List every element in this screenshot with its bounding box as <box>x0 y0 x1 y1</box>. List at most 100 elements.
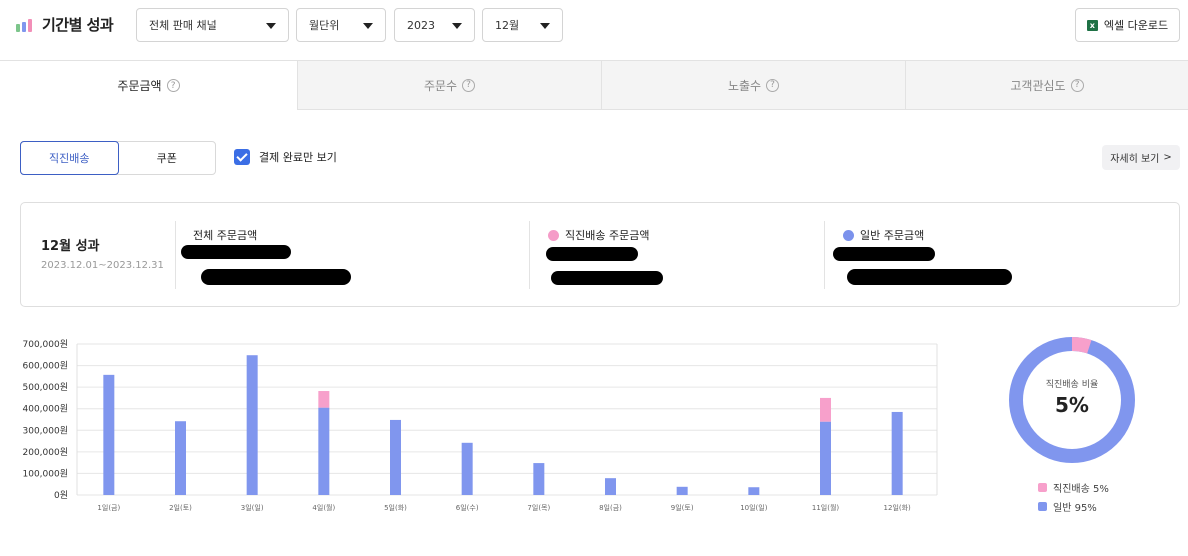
x-tick-label: 5일(화) <box>384 503 407 512</box>
help-icon[interactable]: ? <box>166 79 180 92</box>
legend-normal: 일반 95% <box>1038 499 1097 514</box>
legend-label: 일반 95% <box>1053 503 1097 514</box>
tab-customer-interest[interactable]: 고객관심도 ? <box>905 60 1188 110</box>
pink-square-icon <box>1038 483 1047 492</box>
metric-label: 전체 주문금액 <box>193 229 258 242</box>
y-tick-label: 500,000원 <box>23 382 69 393</box>
chevron-right-icon: > <box>1163 152 1172 163</box>
redaction <box>181 245 291 259</box>
channel-select[interactable]: 전체 판매 채널 <box>136 8 289 42</box>
bar-normal <box>820 421 831 495</box>
segment-coupon[interactable]: 쿠폰 <box>119 142 216 174</box>
page-title: 기간별 성과 <box>42 16 114 34</box>
redaction <box>551 271 663 285</box>
summary-card: 12월 성과 2023.12.01~2023.12.31 전체 주문금액 직진배… <box>20 202 1180 307</box>
divider <box>175 221 176 289</box>
donut-value: 5% <box>1055 393 1089 417</box>
bar-direct <box>820 397 831 422</box>
metric-tabs: 주문금액 ? 주문수 ? 노출수 ? 고객관심도 ? <box>0 60 1188 110</box>
year-select-value: 2023 <box>407 18 435 32</box>
bar-normal <box>748 487 760 495</box>
redaction <box>546 247 638 261</box>
blue-dot-icon <box>843 229 854 241</box>
excel-icon: x <box>1086 19 1098 31</box>
tab-impressions[interactable]: 노출수 ? <box>601 60 905 110</box>
bar-direct <box>318 391 330 408</box>
help-icon[interactable]: ? <box>1070 78 1084 92</box>
x-tick-label: 8일(금) <box>599 503 622 512</box>
divider <box>529 221 530 289</box>
pink-dot-icon <box>548 229 559 241</box>
bar-normal <box>390 419 401 495</box>
caret-down-icon <box>452 23 462 29</box>
x-tick-label: 2일(토) <box>169 503 192 512</box>
y-tick-label: 700,000원 <box>23 339 69 350</box>
paid-only-checkbox[interactable]: 결제 완료만 보기 <box>234 149 337 165</box>
bar-normal <box>891 411 903 495</box>
redaction <box>833 247 935 261</box>
checkbox-label: 결제 완료만 보기 <box>259 151 337 164</box>
checkbox-checked-icon[interactable] <box>234 149 250 165</box>
bar-normal <box>103 374 115 495</box>
detail-view-button[interactable]: 자세히 보기 > <box>1102 145 1180 170</box>
blue-square-icon <box>1038 502 1047 511</box>
tab-order-count[interactable]: 주문수 ? <box>297 60 601 110</box>
unit-select[interactable]: 월단위 <box>296 8 386 42</box>
divider <box>824 221 825 289</box>
excel-download-button[interactable]: x 엑셀 다운로드 <box>1075 8 1180 42</box>
bar-chart-icon <box>16 18 34 32</box>
year-select[interactable]: 2023 <box>394 8 475 42</box>
month-select-value: 12월 <box>495 19 520 32</box>
detail-view-label: 자세히 보기 <box>1110 154 1160 165</box>
bar-normal <box>318 407 330 495</box>
bar-normal <box>175 421 186 495</box>
tab-label: 노출수 <box>727 78 762 93</box>
help-icon[interactable]: ? <box>766 78 780 92</box>
brand: 기간별 성과 <box>16 14 114 35</box>
x-tick-label: 11일(월) <box>812 503 840 512</box>
tab-label: 주문금액 <box>117 79 162 93</box>
caret-down-icon <box>540 23 550 29</box>
order-amount-bar-chart: 700,000원 600,000원 500,000원 400,000원 300,000원… <box>23 339 938 512</box>
donut-label: 직진배송 비율 <box>1045 380 1099 390</box>
metric-label: 직진배송 주문금액 <box>565 229 650 242</box>
x-tick-label: 1일(금) <box>97 503 120 512</box>
x-tick-label: 6일(수) <box>456 503 479 512</box>
top-bar: 기간별 성과 전체 판매 채널 월단위 2023 12월 x 엑셀 다운로드 <box>0 0 1188 60</box>
y-tick-label: 200,000원 <box>23 447 69 458</box>
unit-select-value: 월단위 <box>309 19 340 32</box>
x-tick-label: 9일(토) <box>671 503 694 512</box>
y-tick-label: 100,000원 <box>23 468 69 479</box>
segment-direct-delivery[interactable]: 직진배송 <box>20 141 119 175</box>
metric-label: 일반 주문금액 <box>860 229 925 242</box>
x-tick-label: 4일(월) <box>312 503 335 512</box>
x-tick-label: 10일(일) <box>740 503 768 512</box>
month-select[interactable]: 12월 <box>482 8 563 42</box>
direct-ratio-donut: 직진배송 비율 5% <box>1005 333 1139 467</box>
x-tick-label: 7일(목) <box>527 503 550 512</box>
help-icon[interactable]: ? <box>462 78 476 92</box>
bar-normal <box>533 463 545 495</box>
metric-normal: 일반 주문금액 <box>843 227 924 243</box>
x-tick-label: 12일(화) <box>884 503 912 512</box>
tab-order-amount[interactable]: 주문금액 ? <box>0 60 297 110</box>
y-tick-label: 0원 <box>54 490 68 501</box>
x-tick-label: 3일(일) <box>241 503 264 512</box>
y-tick-label: 600,000원 <box>23 361 69 372</box>
y-tick-label: 400,000원 <box>23 404 69 415</box>
metric-direct: 직진배송 주문금액 <box>548 227 649 243</box>
bar-normal <box>676 486 688 495</box>
channel-select-value: 전체 판매 채널 <box>149 19 217 32</box>
bar-normal <box>461 442 473 495</box>
caret-down-icon <box>363 23 373 29</box>
redaction <box>201 269 351 285</box>
summary-heading: 12월 성과 2023.12.01~2023.12.31 <box>41 235 164 271</box>
summary-date-range: 2023.12.01~2023.12.31 <box>41 260 164 271</box>
y-tick-label: 300,000원 <box>23 425 69 436</box>
summary-title: 12월 성과 <box>41 239 100 254</box>
caret-down-icon <box>266 23 276 29</box>
bar-normal <box>246 355 258 495</box>
legend-direct: 직진배송 5% <box>1038 480 1109 495</box>
redaction <box>847 269 1012 285</box>
metric-total: 전체 주문금액 <box>193 227 257 243</box>
